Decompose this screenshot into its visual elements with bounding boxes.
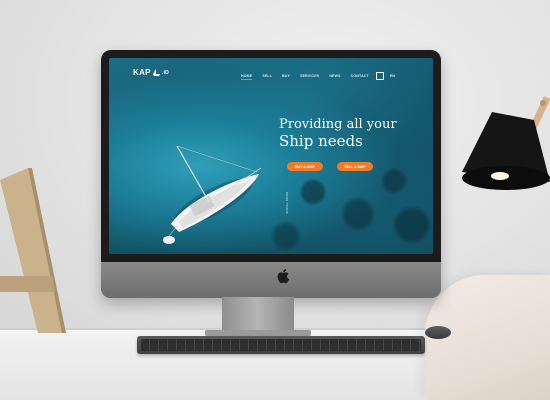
nav-item-news[interactable]: NEWS — [329, 74, 340, 78]
nav-item-home[interactable]: HOME — [241, 74, 253, 80]
nav-menu: HOME SELL BUY SERVICES NEWS CONTACT — [241, 74, 369, 80]
nav-item-sell[interactable]: SELL — [262, 74, 272, 78]
wooden-letter-a — [0, 168, 66, 333]
scroll-down-hint[interactable]: SCROLL DOWN — [285, 192, 289, 214]
keyboard-keys — [141, 339, 421, 351]
buy-ship-button[interactable]: BUY A SHIP — [287, 162, 323, 171]
hero-title: Providing all your Ship needs — [279, 116, 397, 150]
site-logo[interactable]: KAP .iD — [133, 68, 169, 77]
hero-title-line2: Ship needs — [279, 132, 363, 150]
nav-item-contact[interactable]: CONTACT — [351, 74, 369, 78]
logo-text-suffix: .iD — [161, 69, 170, 76]
top-navigation: KAP .iD HOME SELL BUY SERVICES NEWS CONT… — [109, 58, 433, 80]
nav-item-buy[interactable]: BUY — [282, 74, 290, 78]
hero-title-line1: Providing all your — [279, 117, 397, 132]
sell-ship-button[interactable]: SELL A SHIP — [337, 162, 373, 171]
website-screen: KAP .iD HOME SELL BUY SERVICES NEWS CONT… — [109, 58, 433, 254]
mouse — [425, 326, 451, 339]
search-icon[interactable] — [376, 72, 384, 80]
language-switcher[interactable]: EN — [390, 74, 395, 78]
monitor-chin — [101, 262, 441, 298]
keyboard — [137, 336, 425, 354]
ship-logo-icon — [152, 69, 160, 76]
desk-lamp — [462, 112, 550, 190]
sailboat-image — [163, 145, 262, 244]
apple-logo-icon — [277, 269, 290, 284]
logo-text-prefix: KAP — [133, 68, 151, 77]
nav-item-services[interactable]: SERVICES — [300, 74, 319, 78]
